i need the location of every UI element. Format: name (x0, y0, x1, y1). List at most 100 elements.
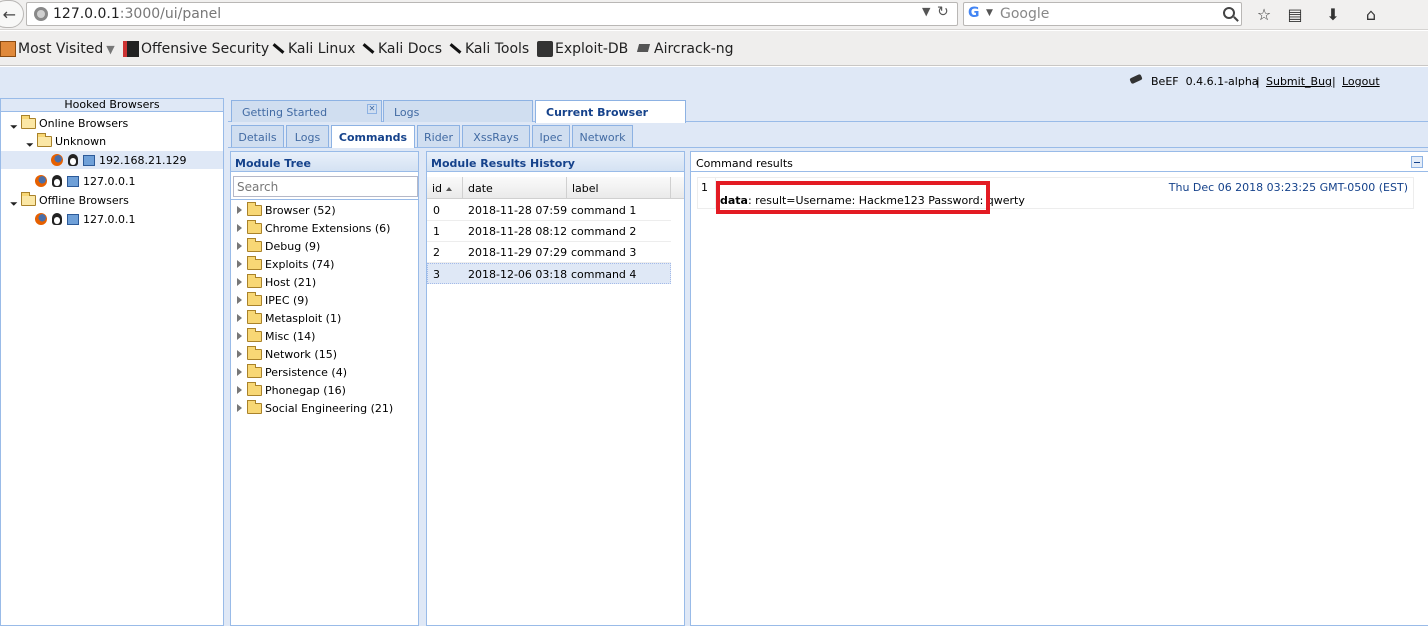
table-row[interactable]: 2 2018-11-29 07:29 command 3 (427, 242, 671, 263)
bookmark-most-visited[interactable]: Most Visited ▼ (0, 41, 115, 57)
module-category[interactable]: Social Engineering (21) (237, 399, 393, 417)
globe-icon (34, 7, 48, 21)
table-row[interactable]: 0 2018-11-28 07:59 command 1 (427, 200, 671, 221)
module-category[interactable]: Metasploit (1) (237, 309, 341, 327)
tab-rider[interactable]: Rider (417, 125, 460, 147)
url-bar[interactable]: 127.0.0.1:3000/ui/panel ▼ ↻ (26, 2, 958, 26)
tab-ipec[interactable]: Ipec (532, 125, 570, 147)
folder-icon (247, 327, 262, 342)
beef-logo-icon (1130, 73, 1142, 85)
module-category[interactable]: Persistence (4) (237, 363, 347, 381)
folder-icon (247, 255, 262, 270)
column-header-id[interactable]: id (427, 177, 463, 199)
search-bar[interactable]: G ▼ Google (963, 2, 1242, 26)
expand-icon[interactable] (6, 117, 18, 129)
search-placeholder: Google (1000, 6, 1050, 22)
expand-icon[interactable] (237, 314, 242, 322)
highlight-box (716, 181, 990, 214)
bookmark-exploit-db[interactable]: Exploit-DB (537, 41, 628, 57)
tree-offline-browsers[interactable]: Offline Browsers (6, 191, 129, 209)
module-category[interactable]: IPEC (9) (237, 291, 309, 309)
module-category[interactable]: Network (15) (237, 345, 337, 363)
folder-icon (247, 381, 262, 396)
linux-icon (52, 175, 62, 187)
table-row[interactable]: 1 2018-11-28 08:12 command 2 (427, 221, 671, 242)
computer-icon (83, 154, 95, 166)
sub-tab-strip: Details Logs Commands Rider XssRays Ipec… (228, 123, 1428, 148)
folder-open-icon (21, 191, 36, 206)
tab-xssrays[interactable]: XssRays (462, 125, 530, 147)
bookmark-kali-docs[interactable]: Kali Docs (360, 41, 442, 57)
submit-bug-link[interactable]: Submit_Bug (1266, 75, 1332, 88)
main-tab-strip: Getting Started ✕ Logs Current Browser (228, 98, 1428, 123)
expand-icon[interactable] (237, 296, 242, 304)
expand-icon[interactable] (6, 194, 18, 206)
tree-browser-127-0-0-1-offline[interactable]: 127.0.0.1 (35, 210, 135, 228)
search-icon[interactable] (1223, 7, 1235, 19)
tab-commands[interactable]: Commands (331, 125, 415, 148)
module-category[interactable]: Phonegap (16) (237, 381, 346, 399)
row-number: 1 (701, 181, 708, 194)
tab-network[interactable]: Network (572, 125, 633, 147)
module-category[interactable]: Debug (9) (237, 237, 320, 255)
logout-link[interactable]: Logout (1342, 75, 1380, 88)
folder-open-icon (21, 114, 36, 129)
tab-getting-started[interactable]: Getting Started ✕ (231, 100, 382, 122)
hooked-browsers-panel: Hooked Browsers Online Browsers Unknown … (0, 98, 224, 626)
folder-icon (247, 291, 262, 306)
expand-icon[interactable] (237, 404, 242, 412)
tab-logs[interactable]: Logs (383, 100, 533, 122)
tab-logs-sub[interactable]: Logs (286, 125, 329, 147)
expand-icon[interactable] (237, 386, 242, 394)
expand-icon[interactable] (237, 242, 242, 250)
bookmark-kali-linux[interactable]: Kali Linux (270, 41, 355, 57)
tree-unknown[interactable]: Unknown (22, 132, 106, 150)
expand-icon[interactable] (237, 260, 242, 268)
column-header-label[interactable]: label (567, 177, 671, 199)
reload-icon[interactable]: ↻ (937, 4, 949, 20)
collapse-icon[interactable] (1411, 156, 1423, 168)
separator: | (1256, 75, 1260, 88)
module-category[interactable]: Exploits (74) (237, 255, 334, 273)
home-icon[interactable]: ⌂ (1360, 4, 1382, 26)
computer-icon (67, 175, 79, 187)
tree-browser-127-0-0-1-online[interactable]: 127.0.0.1 (35, 172, 135, 190)
module-category[interactable]: Chrome Extensions (6) (237, 219, 390, 237)
column-header-date[interactable]: date (463, 177, 567, 199)
bookmark-aircrack-ng[interactable]: Aircrack-ng (636, 41, 734, 57)
tab-current-browser[interactable]: Current Browser (535, 100, 686, 123)
expand-icon[interactable] (237, 206, 242, 214)
table-row-selected[interactable]: 3 2018-12-06 03:18 command 4 (427, 263, 671, 284)
tree-online-browsers[interactable]: Online Browsers (6, 114, 128, 132)
expand-icon[interactable] (237, 350, 242, 358)
folder-icon (247, 273, 262, 288)
command-results-panel: Command results 1 Thu Dec 06 2018 03:23:… (690, 151, 1428, 626)
firefox-icon (35, 213, 47, 225)
folder-icon (247, 309, 262, 324)
expand-icon[interactable] (237, 224, 242, 232)
module-search-input[interactable]: Search (233, 176, 418, 197)
back-arrow-icon: ← (2, 4, 16, 24)
reading-list-icon[interactable]: ▤ (1284, 4, 1306, 26)
bookmark-offensive-security[interactable]: Offensive Security (123, 41, 269, 57)
module-category[interactable]: Browser (52) (237, 201, 336, 219)
search-engine-dropdown-icon[interactable]: ▼ (986, 8, 993, 18)
bookmarks-toolbar: Most Visited ▼ Offensive Security Kali Li… (0, 31, 1428, 66)
back-button[interactable]: ← (0, 0, 24, 28)
expand-icon[interactable] (237, 332, 242, 340)
expand-icon[interactable] (237, 278, 242, 286)
aircrack-icon (636, 41, 652, 57)
bookmark-star-icon[interactable]: ☆ (1253, 4, 1275, 26)
google-icon: G (968, 5, 980, 21)
url-dropdown-icon[interactable]: ▼ (922, 5, 930, 18)
tree-browser-192-168-21-129[interactable]: 192.168.21.129 (1, 151, 223, 169)
expand-icon[interactable] (237, 368, 242, 376)
bookmark-kali-tools[interactable]: Kali Tools (447, 41, 529, 57)
close-icon[interactable]: ✕ (367, 104, 377, 114)
expand-icon[interactable] (22, 135, 34, 147)
history-title: Module Results History (427, 152, 684, 172)
module-category[interactable]: Host (21) (237, 273, 316, 291)
downloads-icon[interactable]: ⬇ (1322, 4, 1344, 26)
module-category[interactable]: Misc (14) (237, 327, 315, 345)
tab-details[interactable]: Details (231, 125, 284, 147)
